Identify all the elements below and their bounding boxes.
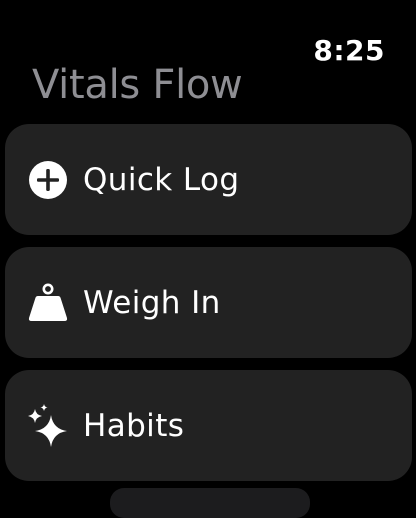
menu-item-quick-log[interactable]: Quick Log [5, 124, 412, 235]
menu-item-label: Weigh In [83, 284, 221, 321]
scale-weight-icon [27, 282, 69, 324]
menu-item-peek[interactable] [110, 488, 310, 518]
menu-item-habits[interactable]: Habits [5, 370, 412, 481]
sparkles-icon [27, 403, 69, 447]
menu-item-label: Quick Log [83, 161, 240, 198]
menu-list: Quick Log Weigh In Habits [5, 124, 412, 493]
menu-item-label: Habits [83, 407, 185, 444]
menu-item-weigh-in[interactable]: Weigh In [5, 247, 412, 358]
plus-circle-icon [27, 159, 69, 201]
app-title: Vitals Flow [32, 62, 243, 108]
status-time: 8:25 [313, 34, 385, 67]
